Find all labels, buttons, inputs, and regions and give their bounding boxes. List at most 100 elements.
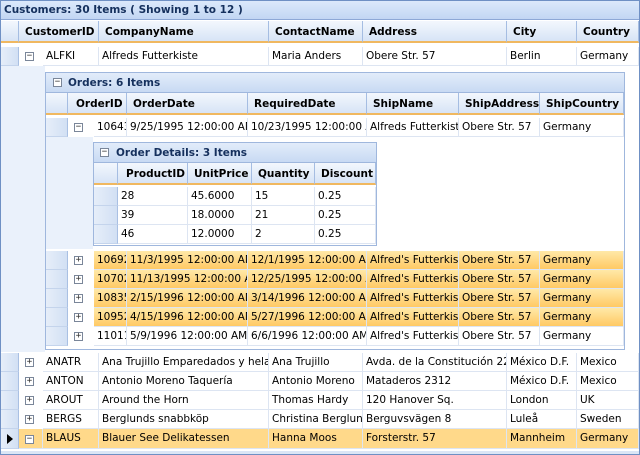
expand-icon[interactable]: + <box>25 377 34 386</box>
cell-companyname[interactable]: Berglunds snabbköp <box>99 410 269 429</box>
cell-shipaddress[interactable]: Obere Str. 57 <box>459 118 540 137</box>
cell-country[interactable]: Mexico <box>577 353 639 372</box>
expand-icon[interactable]: + <box>74 275 83 284</box>
cell-address[interactable]: 120 Hanover Sq. <box>363 391 507 410</box>
cell-discount[interactable]: 0.25 <box>315 225 376 244</box>
cell-shipname[interactable]: Alfred's Futterkiste <box>367 327 459 346</box>
cell-requireddate[interactable]: 3/14/1996 12:00:00 AM <box>248 289 367 308</box>
cell-shipcountry[interactable]: Germany <box>540 289 624 308</box>
cell-address[interactable]: Obere Str. 57 <box>363 47 507 66</box>
cell-requireddate[interactable]: 6/6/1996 12:00:00 AM <box>248 327 367 346</box>
cell-requireddate[interactable]: 12/1/1995 12:00:00 AM <box>248 251 367 270</box>
cell-contactname[interactable]: Ana Trujillo <box>269 353 363 372</box>
column-header-unitprice[interactable]: UnitPrice <box>188 163 252 185</box>
cell-shipname[interactable]: Alfreds Futterkiste <box>367 118 459 137</box>
cell-shipcountry[interactable]: Germany <box>540 327 624 346</box>
cell-address[interactable]: Forsterstr. 57 <box>363 429 507 449</box>
collapse-icon[interactable]: − <box>25 52 34 61</box>
cell-productid[interactable]: 46 <box>118 225 188 244</box>
column-header-orderid[interactable]: OrderID <box>68 93 127 115</box>
column-header-orderdate[interactable]: OrderDate <box>127 93 248 115</box>
cell-customerid[interactable]: ANATR <box>43 353 99 372</box>
cell-quantity[interactable]: 21 <box>252 206 315 225</box>
cell-shipcountry[interactable]: Germany <box>540 308 624 327</box>
expand-icon[interactable]: + <box>74 294 83 303</box>
cell-customerid[interactable]: ANTON <box>43 372 99 391</box>
customers-grid[interactable]: Customers: 30 Items ( Showing 1 to 12 ) … <box>0 0 640 455</box>
cell-contactname[interactable]: Maria Anders <box>269 47 363 66</box>
cell-companyname[interactable]: Around the Horn <box>99 391 269 410</box>
cell-requireddate[interactable]: 12/25/1995 12:00:00 AM <box>248 270 367 289</box>
column-header-city[interactable]: City <box>507 21 577 43</box>
cell-orderid[interactable]: 10702 <box>94 270 127 289</box>
order-row-selector[interactable] <box>46 270 68 289</box>
cell-productid[interactable]: 39 <box>118 206 188 225</box>
cell-quantity[interactable]: 15 <box>252 187 315 206</box>
collapse-icon[interactable]: − <box>25 435 34 444</box>
cell-city[interactable]: México D.F. <box>507 372 577 391</box>
column-header-companyname[interactable]: CompanyName <box>99 21 269 43</box>
cell-contactname[interactable]: Antonio Moreno <box>269 372 363 391</box>
cell-shipcountry[interactable]: Germany <box>540 251 624 270</box>
cell-requireddate[interactable]: 10/23/1995 12:00:00 AM <box>248 118 367 137</box>
cell-address[interactable]: Berguvsvägen 8 <box>363 410 507 429</box>
cell-customerid[interactable]: ALFKI <box>43 47 99 66</box>
column-header-shipcountry[interactable]: ShipCountry <box>540 93 624 115</box>
order-row-selector[interactable] <box>46 118 68 137</box>
cell-orderid[interactable]: 10835 <box>94 289 127 308</box>
cell-companyname[interactable]: Ana Trujillo Emparedados y helados <box>99 353 269 372</box>
cell-orderid[interactable]: 10692 <box>94 251 127 270</box>
order-collapse-icon[interactable]: − <box>74 123 83 132</box>
column-header-country[interactable]: Country <box>577 21 639 43</box>
column-header-contactname[interactable]: ContactName <box>269 21 363 43</box>
row-selector[interactable] <box>1 353 19 372</box>
details-collapse-icon[interactable]: − <box>100 148 109 157</box>
cell-country[interactable]: Germany <box>577 47 639 66</box>
cell-orderdate[interactable]: 11/13/1995 12:00:00 AM <box>127 270 248 289</box>
cell-shipcountry[interactable]: Germany <box>540 270 624 289</box>
expand-icon[interactable]: + <box>74 256 83 265</box>
cell-contactname[interactable]: Thomas Hardy <box>269 391 363 410</box>
cell-companyname[interactable]: Alfreds Futterkiste <box>99 47 269 66</box>
cell-contactname[interactable]: Christina Berglund <box>269 410 363 429</box>
cell-shipaddress[interactable]: Obere Str. 57 <box>459 270 540 289</box>
cell-city[interactable]: London <box>507 391 577 410</box>
cell-shipname[interactable]: Alfred's Futterkiste <box>367 289 459 308</box>
column-header-requireddate[interactable]: RequiredDate <box>248 93 367 115</box>
column-header-customerid[interactable]: CustomerID <box>19 21 99 43</box>
expand-icon[interactable]: + <box>25 415 34 424</box>
cell-orderdate[interactable]: 2/15/1996 12:00:00 AM <box>127 289 248 308</box>
detail-row-selector[interactable] <box>94 225 118 244</box>
cell-customerid[interactable]: BLAUS <box>43 429 99 449</box>
cell-quantity[interactable]: 2 <box>252 225 315 244</box>
column-header-productid[interactable]: ProductID <box>118 163 188 185</box>
cell-shipname[interactable]: Alfred's Futterkiste <box>367 270 459 289</box>
cell-city[interactable]: Berlin <box>507 47 577 66</box>
cell-orderdate[interactable]: 4/15/1996 12:00:00 AM <box>127 308 248 327</box>
cell-shipname[interactable]: Alfred's Futterkiste <box>367 308 459 327</box>
cell-discount[interactable]: 0.25 <box>315 206 376 225</box>
cell-shipcountry[interactable]: Germany <box>540 118 624 137</box>
cell-shipaddress[interactable]: Obere Str. 57 <box>459 289 540 308</box>
cell-companyname[interactable]: Blauer See Delikatessen <box>99 429 269 449</box>
expand-icon[interactable]: + <box>74 332 83 341</box>
orders-collapse-icon[interactable]: − <box>53 78 62 87</box>
cell-discount[interactable]: 0.25 <box>315 187 376 206</box>
cell-shipname[interactable]: Alfred's Futterkiste <box>367 251 459 270</box>
cell-orderid[interactable]: 10643 <box>94 118 127 137</box>
cell-customerid[interactable]: AROUT <box>43 391 99 410</box>
row-selector[interactable] <box>1 47 19 66</box>
cell-orderid[interactable]: 10952 <box>94 308 127 327</box>
cell-contactname[interactable]: Hanna Moos <box>269 429 363 449</box>
column-header-quantity[interactable]: Quantity <box>252 163 315 185</box>
cell-companyname[interactable]: Antonio Moreno Taquería <box>99 372 269 391</box>
cell-shipaddress[interactable]: Obere Str. 57 <box>459 327 540 346</box>
row-selector[interactable] <box>1 410 19 429</box>
expand-icon[interactable]: + <box>25 396 34 405</box>
expand-icon[interactable]: + <box>25 358 34 367</box>
expand-icon[interactable]: + <box>74 313 83 322</box>
cell-customerid[interactable]: BERGS <box>43 410 99 429</box>
cell-city[interactable]: Mannheim <box>507 429 577 449</box>
cell-orderdate[interactable]: 9/25/1995 12:00:00 AM <box>127 118 248 137</box>
cell-city[interactable]: México D.F. <box>507 353 577 372</box>
